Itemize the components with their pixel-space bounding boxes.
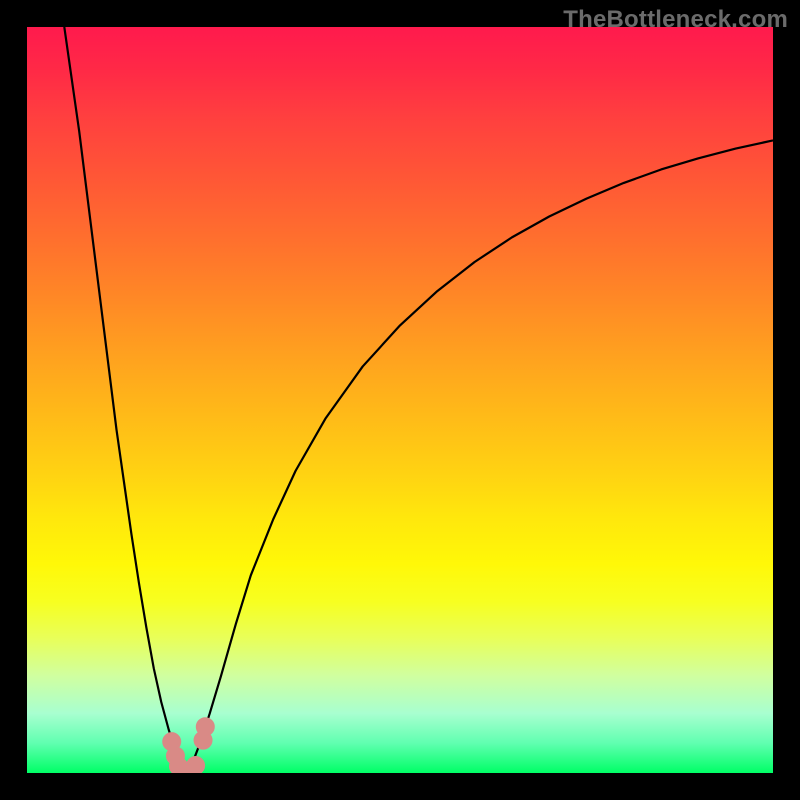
data-marker [196, 718, 214, 736]
data-marker [187, 757, 205, 773]
bottleneck-curve [64, 27, 773, 773]
data-markers [163, 718, 215, 773]
curve-layer [27, 27, 773, 773]
chart-frame: TheBottleneck.com [0, 0, 800, 800]
plot-area [27, 27, 773, 773]
